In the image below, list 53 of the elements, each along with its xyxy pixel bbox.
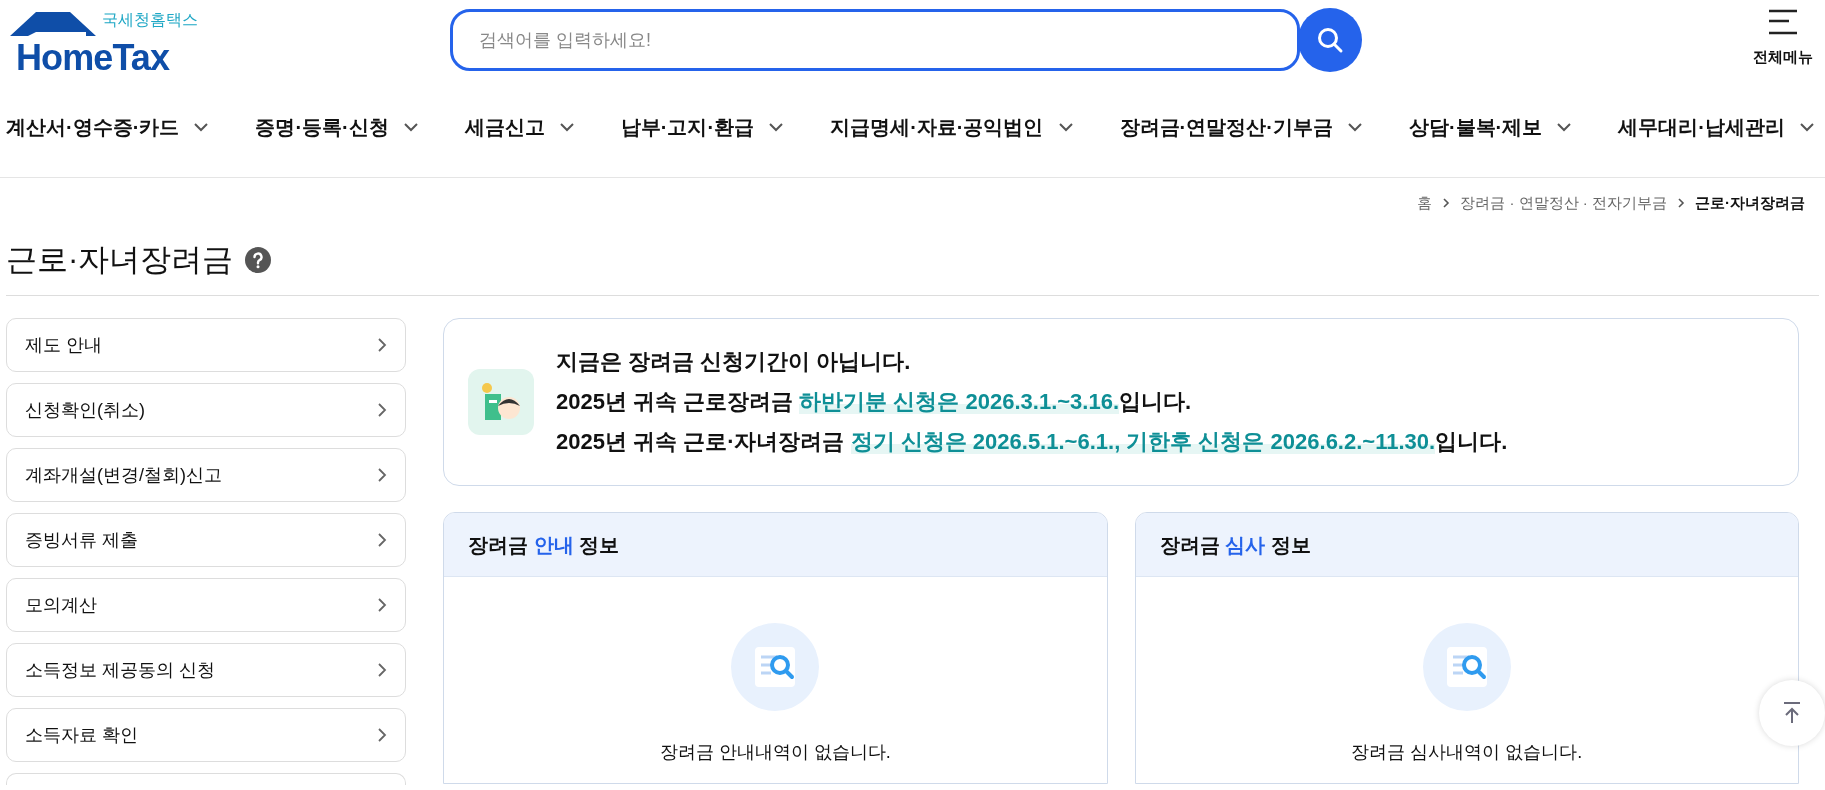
search-field[interactable]: 검색어를 입력하세요! bbox=[450, 9, 1300, 71]
chevron-right-icon bbox=[377, 467, 387, 483]
card-title: 장려금 안내 정보 bbox=[468, 532, 620, 558]
chevron-down-icon bbox=[1346, 122, 1363, 132]
menu-icon bbox=[1767, 8, 1799, 36]
help-icon[interactable] bbox=[245, 246, 272, 273]
nav-menu-item[interactable]: 증명·등록·신청 bbox=[255, 112, 389, 142]
breadcrumb-link[interactable]: 장려금 · 연말정산 · 전자기부금 bbox=[1460, 192, 1667, 215]
chevron-right-icon bbox=[377, 402, 387, 418]
notice-text: 지금은 장려금 신청기간이 아닙니다. bbox=[556, 348, 912, 376]
chevron-right-icon bbox=[1442, 197, 1451, 210]
sidebar-item[interactable]: 계좌개설(변경/철회)신고 bbox=[6, 448, 406, 502]
chevron-right-icon bbox=[377, 727, 387, 743]
notice-icon bbox=[468, 369, 534, 435]
chevron-down-icon bbox=[768, 122, 785, 132]
chevron-right-icon bbox=[377, 597, 387, 613]
nav-menu-item[interactable]: 지급명세·자료·공익법인 bbox=[830, 112, 1044, 142]
breadcrumb-link[interactable]: 홈 bbox=[1417, 192, 1433, 215]
chevron-down-icon bbox=[193, 122, 210, 132]
sidebar-item[interactable]: 모의계산 bbox=[6, 578, 406, 632]
sidebar-item[interactable]: 증빙서류 제출 bbox=[6, 513, 406, 567]
sidebar-item[interactable]: 소득자료 확인 bbox=[6, 708, 406, 762]
chevron-down-icon bbox=[1798, 122, 1815, 132]
logo-text: HomeTax bbox=[16, 40, 170, 76]
sidebar-item[interactable]: 제도 안내 bbox=[6, 318, 406, 372]
scroll-top-button[interactable] bbox=[1759, 680, 1825, 746]
logo-roof-icon bbox=[8, 10, 96, 38]
chevron-down-icon bbox=[558, 122, 575, 132]
nav-menu-item[interactable]: 세금신고 bbox=[464, 112, 545, 142]
page-title: 근로·자녀장려금 bbox=[6, 240, 234, 279]
chevron-right-icon bbox=[377, 532, 387, 548]
chevron-down-icon bbox=[1057, 122, 1074, 132]
chevron-right-icon bbox=[377, 337, 387, 353]
chevron-down-icon bbox=[1556, 122, 1573, 132]
card-title: 장려금 심사 정보 bbox=[1159, 532, 1311, 558]
nav-menu-item[interactable]: 납부·고지·환급 bbox=[620, 112, 755, 142]
logo-subtitle: 국세청홈택스 bbox=[102, 12, 198, 28]
arrow-up-icon bbox=[1782, 701, 1802, 725]
chevron-down-icon bbox=[402, 122, 419, 132]
nav-menu-item[interactable]: 세무대리·납세관리 bbox=[1618, 112, 1785, 142]
breadcrumb-link[interactable]: 근로·자녀장려금 bbox=[1695, 192, 1805, 215]
all-menu-button[interactable]: 전체메뉴 bbox=[1753, 8, 1813, 69]
sidebar-item[interactable]: 신청확인(취소) bbox=[6, 383, 406, 437]
nav-menu-item[interactable]: 장려금·연말정산·기부금 bbox=[1119, 112, 1333, 142]
sidebar-item[interactable]: 소득정보 제공동의 신청 bbox=[6, 643, 406, 697]
search-icon bbox=[1316, 26, 1344, 54]
notice-text: 2025년 귀속 근로장려금 하반기분 신청은 2026.3.1.~3.16.입니다. bbox=[556, 388, 1193, 416]
chevron-right-icon bbox=[377, 662, 387, 678]
chevron-right-icon bbox=[1677, 197, 1685, 210]
nav-menu-item[interactable]: 계산서·영수증·카드 bbox=[6, 112, 180, 142]
nav-menu-item[interactable]: 상담·불복·제보 bbox=[1408, 112, 1543, 142]
empty-message: 장려금 안내내역이 없습니다. bbox=[659, 741, 891, 764]
empty-message: 장려금 심사내역이 없습니다. bbox=[1351, 741, 1583, 764]
